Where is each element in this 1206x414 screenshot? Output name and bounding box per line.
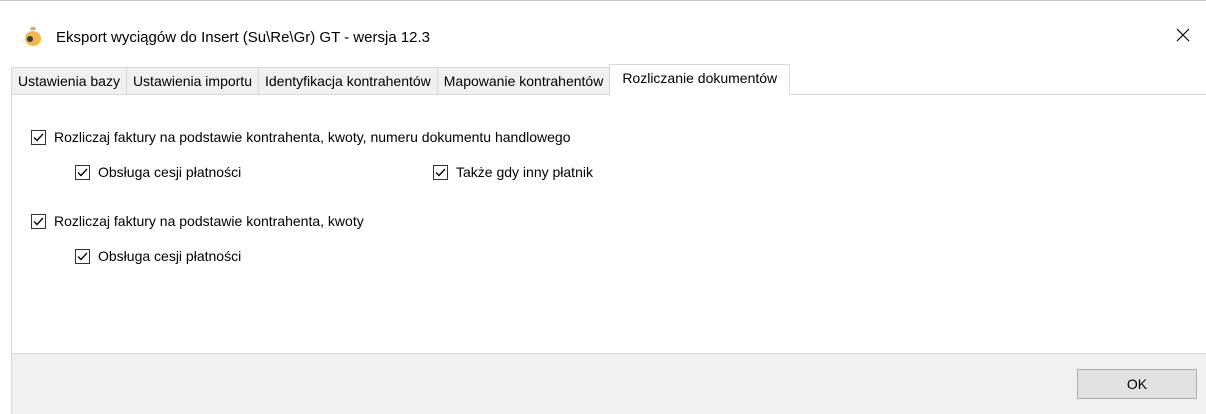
- tab-rozliczanie-dokumentow[interactable]: Rozliczanie dokumentów: [609, 64, 791, 95]
- checkmark-icon: [33, 217, 44, 225]
- button-bar: [11, 353, 1206, 414]
- tab-identyfikacja-kontrahentow[interactable]: Identyfikacja kontrahentów: [258, 67, 438, 95]
- checkbox-label: Obsługa cesji płatności: [98, 248, 242, 264]
- option-rozliczaj-numer-dokumentu[interactable]: Rozliczaj faktury na podstawie kontrahen…: [31, 129, 570, 145]
- checkbox[interactable]: [75, 248, 90, 264]
- checkmark-icon: [435, 168, 446, 176]
- checkbox-label: Rozliczaj faktury na podstawie kontrahen…: [54, 129, 571, 145]
- checkbox[interactable]: [433, 164, 448, 180]
- checkbox[interactable]: [31, 129, 46, 145]
- checkmark-icon: [77, 168, 88, 176]
- close-button[interactable]: [1160, 15, 1206, 55]
- window-title: Eksport wyciągów do Insert (Su\Re\Gr) GT…: [56, 29, 431, 46]
- option-inny-platnik[interactable]: Także gdy inny płatnik: [433, 164, 593, 180]
- checkmark-icon: [77, 252, 88, 260]
- money-bag-icon: [22, 25, 44, 47]
- checkbox[interactable]: [31, 213, 46, 229]
- option-cesja-2[interactable]: Obsługa cesji płatności: [75, 248, 241, 264]
- option-cesja-1[interactable]: Obsługa cesji płatności: [75, 164, 241, 180]
- checkbox-label: Także gdy inny płatnik: [456, 164, 593, 180]
- checkbox-label: Rozliczaj faktury na podstawie kontrahen…: [54, 213, 364, 229]
- checkmark-icon: [33, 133, 44, 141]
- ok-button[interactable]: OK: [1077, 369, 1197, 399]
- checkbox-label: Obsługa cesji płatności: [98, 164, 242, 180]
- title-bar: Eksport wyciągów do Insert (Su\Re\Gr) GT…: [0, 0, 1206, 62]
- option-rozliczaj-kwoty[interactable]: Rozliczaj faktury na podstawie kontrahen…: [31, 213, 364, 229]
- close-icon: [1176, 28, 1190, 42]
- tab-mapowanie-kontrahentow[interactable]: Mapowanie kontrahentów: [436, 67, 611, 95]
- tab-ustawienia-bazy[interactable]: Ustawienia bazy: [11, 67, 127, 95]
- tab-strip: Ustawienia bazy Ustawienia importu Ident…: [11, 64, 791, 95]
- tab-ustawienia-importu[interactable]: Ustawienia importu: [125, 67, 259, 95]
- checkbox[interactable]: [75, 164, 90, 180]
